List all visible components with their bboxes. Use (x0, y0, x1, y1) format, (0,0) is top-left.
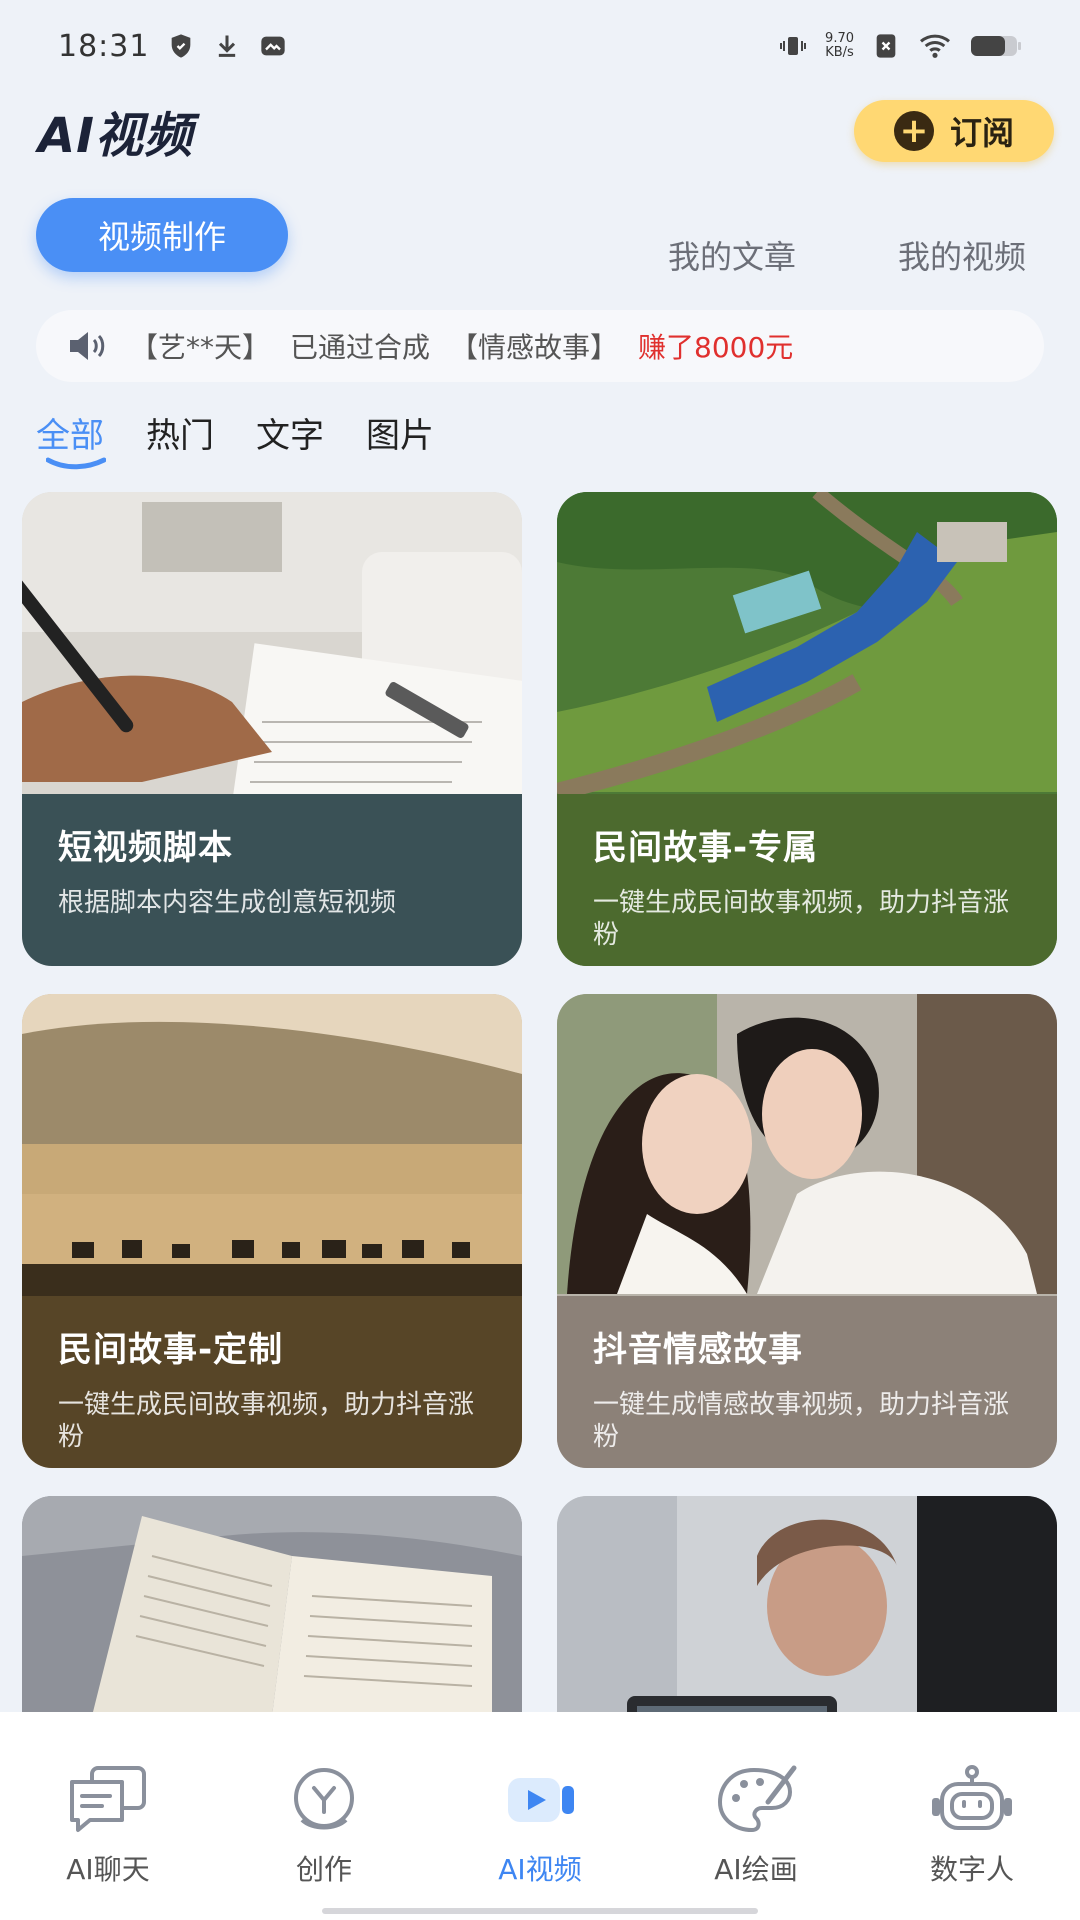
card-description: 根据脚本内容生成创意短视频 (58, 888, 397, 918)
my-videos-link[interactable]: 我的视频 (898, 232, 1026, 278)
bottom-nav: AI聊天 创作 AI视频 AI绘画 数字人 (0, 1712, 1080, 1920)
speaker-icon (70, 332, 105, 360)
ticker-topic: 【情感故事】 (450, 331, 619, 364)
announcement-ticker[interactable]: 【艺**天】 已通过合成 【情感故事】 赚了8000元 (36, 310, 1044, 382)
net-speed: 9.70 KB/s (825, 32, 854, 60)
tab-image[interactable]: 图片 (366, 408, 434, 457)
ticker-action: 已通过合成 (290, 331, 431, 364)
palette-icon (717, 1765, 797, 1833)
my-articles-link[interactable]: 我的文章 (668, 232, 796, 278)
card-overlay: 民间故事-定制 一键生成民间故事视频，助力抖音涨粉 (22, 1296, 522, 1468)
nav-ai-chat[interactable]: AI聊天 (18, 1764, 198, 1920)
ticker-user: 【艺**天】 (130, 331, 271, 364)
sim-off-icon (876, 34, 896, 58)
card-title: 民间故事-专属 (593, 828, 819, 868)
card-douyin-emotional-story[interactable]: 抖音情感故事 一键生成情感故事视频，助力抖音涨粉 (557, 994, 1057, 1468)
lightbulb-icon (294, 1768, 354, 1830)
nav-label: AI绘画 (714, 1853, 798, 1886)
tab-all[interactable]: 全部 (36, 408, 106, 470)
card-overlay: 抖音情感故事 一键生成情感故事视频，助力抖音涨粉 (557, 1296, 1057, 1468)
card-description: 一键生成民间故事视频，助力抖音涨粉 (593, 888, 1010, 950)
video-play-icon (508, 1778, 574, 1822)
status-left: 18:31 (58, 29, 287, 64)
status-bar: 18:31 9.70 KB/s (0, 0, 1080, 92)
download-icon (219, 35, 236, 57)
nav-ai-video[interactable]: AI视频 (450, 1764, 630, 1920)
chat-icon (70, 1766, 146, 1832)
card-short-video-script[interactable]: 短视频脚本 根据脚本内容生成创意短视频 (22, 492, 522, 966)
card-title: 民间故事-定制 (58, 1330, 284, 1370)
nav-label: AI聊天 (66, 1853, 150, 1886)
net-speed-value: 9.70 (825, 31, 854, 46)
tab-all-label: 全部 (36, 416, 104, 456)
ticker-earned: 赚了8000元 (638, 331, 794, 364)
nav-label: 创作 (295, 1853, 352, 1886)
video-production-button[interactable]: 视频制作 (36, 198, 288, 272)
card-description: 一键生成情感故事视频，助力抖音涨粉 (593, 1390, 1010, 1452)
subscribe-button[interactable]: + 订阅 (854, 100, 1054, 162)
subscribe-label: 订阅 (949, 114, 1014, 152)
net-speed-unit: KB/s (825, 45, 854, 60)
card-folk-story-exclusive[interactable]: 民间故事-专属 一键生成民间故事视频，助力抖音涨粉 (557, 492, 1057, 966)
tab-hot[interactable]: 热门 (146, 408, 214, 457)
nav-ai-painting[interactable]: AI绘画 (666, 1764, 846, 1920)
home-indicator[interactable] (322, 1908, 758, 1914)
category-tabs: 全部 热门 文字 图片 (36, 408, 434, 470)
active-tab-underline (46, 457, 106, 470)
nav-label: 数字人 (929, 1853, 1014, 1886)
status-time: 18:31 (58, 28, 150, 64)
nav-create[interactable]: 创作 (234, 1764, 414, 1920)
tab-text[interactable]: 文字 (256, 408, 324, 457)
card-folk-story-custom[interactable]: 民间故事-定制 一键生成民间故事视频，助力抖音涨粉 (22, 994, 522, 1468)
page-title: AI视频 (38, 108, 194, 164)
plus-icon: + (893, 111, 934, 151)
card-overlay: 民间故事-专属 一键生成民间故事视频，助力抖音涨粉 (557, 794, 1057, 966)
card-overlay: 短视频脚本 根据脚本内容生成创意短视频 (22, 794, 522, 966)
nav-label: AI视频 (498, 1853, 582, 1886)
wifi-icon (920, 34, 950, 58)
vibrate-icon (780, 37, 807, 55)
card-description: 一键生成民间故事视频，助力抖音涨粉 (58, 1390, 475, 1452)
card-title: 短视频脚本 (58, 828, 233, 868)
nav-digital-human[interactable]: 数字人 (882, 1764, 1062, 1920)
battery-icon (971, 36, 1021, 56)
robot-icon (932, 1765, 1012, 1830)
shield-icon (172, 34, 191, 58)
card-title: 抖音情感故事 (593, 1330, 803, 1370)
status-right: 9.70 KB/s (779, 32, 1022, 60)
gallery-icon (261, 36, 286, 56)
